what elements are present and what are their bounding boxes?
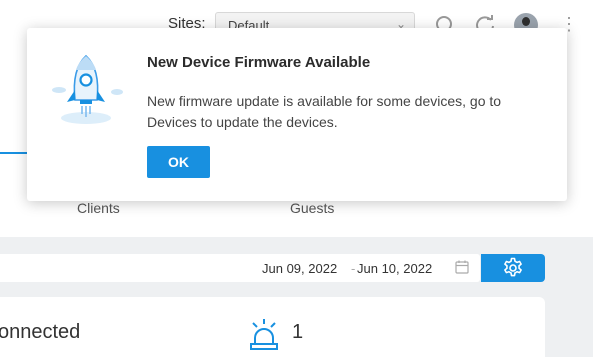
calendar-icon[interactable]	[455, 260, 469, 274]
alert-count: 1	[292, 321, 304, 343]
connected-status-label: onnected	[0, 321, 81, 343]
dialog-message: New firmware update is available for som…	[147, 93, 502, 130]
date-separator: -	[351, 261, 356, 276]
guests-label[interactable]: Guests	[290, 200, 334, 216]
gear-icon	[504, 257, 522, 277]
active-tab-indicator	[0, 152, 28, 154]
alarm-siren-icon	[250, 319, 278, 350]
settings-button[interactable]	[481, 254, 545, 282]
avatar-head	[522, 17, 530, 26]
clients-label[interactable]: Clients	[77, 200, 120, 216]
date-start[interactable]: Jun 09, 2022	[262, 261, 337, 276]
firmware-update-dialog: New Device Firmware Available New firmwa…	[27, 28, 567, 201]
ok-button[interactable]: OK	[147, 146, 210, 178]
rocket-icon	[52, 54, 123, 124]
dialog-title: New Device Firmware Available	[147, 54, 371, 71]
date-end[interactable]: Jun 10, 2022	[357, 261, 432, 276]
